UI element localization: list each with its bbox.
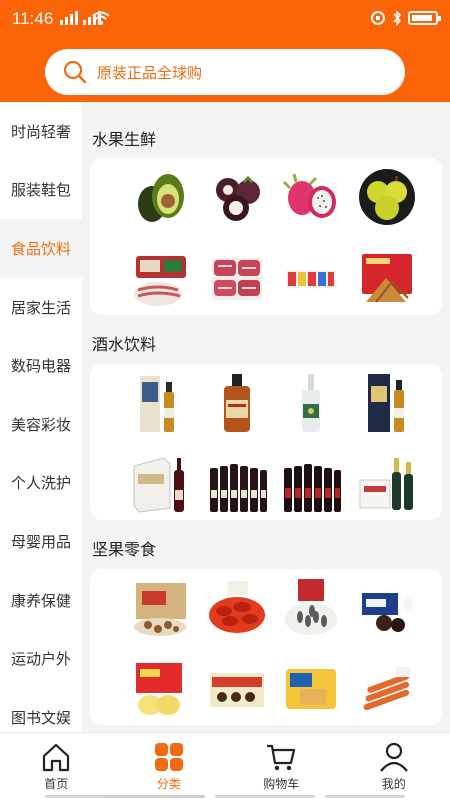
tab-category[interactable]: 分类 — [113, 733, 226, 800]
bacon-product[interactable] — [130, 248, 192, 310]
wine-box-product[interactable] — [130, 452, 192, 514]
sidebar-item-clothing-bags[interactable]: 服装鞋包 — [0, 161, 82, 220]
alarm-icon — [371, 11, 385, 25]
sidebar-item-food-drinks[interactable]: 食品饮料 — [0, 219, 82, 278]
sunflower-seeds-product[interactable] — [280, 577, 342, 639]
avocado-product[interactable] — [130, 166, 192, 228]
tab-label: 分类 — [156, 777, 181, 791]
zongzi-product[interactable] — [356, 248, 418, 310]
champagne-set-product[interactable] — [356, 452, 418, 514]
tab-label: 首页 — [44, 777, 69, 791]
egg-cake-product[interactable] — [130, 659, 192, 721]
dragon-fruit-product[interactable] — [280, 166, 342, 228]
status-bar: 11:46 — [0, 0, 450, 40]
category-content: 水果生鲜 酒水饮料 坚果零食 — [82, 102, 450, 732]
home-indicator-segment — [325, 795, 405, 798]
snack-box-product[interactable] — [206, 659, 268, 721]
tab-label: 我的 — [381, 777, 406, 791]
search-placeholder: 原装正品全球购 — [97, 63, 203, 82]
whisky-bottle-product[interactable] — [206, 372, 268, 434]
product-grid-snacks — [90, 569, 442, 725]
crayfish-product[interactable] — [206, 577, 268, 639]
user-icon — [379, 742, 408, 772]
sidebar-item-personal-care[interactable]: 个人洗护 — [0, 454, 82, 513]
wifi-icon — [92, 11, 110, 25]
wine-set-red-label-product[interactable] — [280, 452, 342, 514]
tab-profile[interactable]: 我的 — [338, 733, 450, 800]
bluetooth-icon — [393, 10, 402, 26]
home-indicator-segment — [215, 795, 315, 798]
cart-icon — [267, 744, 296, 771]
home-indicator-segment — [45, 795, 111, 798]
header: 11:46 原装正品全球购 — [0, 0, 450, 102]
section-title: 水果生鲜 — [92, 130, 157, 149]
bottom-tab-bar: 首页 分类 购物车 我的 — [0, 732, 450, 800]
battery-icon — [408, 11, 441, 25]
tab-label: 购物车 — [263, 777, 300, 791]
biscuits-product[interactable] — [280, 659, 342, 721]
category-sidebar: 时尚轻奢 服装鞋包 食品饮料 居家生活 数码电器 美容彩妆 个人洗护 母婴用品 … — [0, 102, 82, 732]
whisky-box-product[interactable] — [130, 372, 192, 434]
sidebar-item-health-care[interactable]: 康养保健 — [0, 571, 82, 630]
pear-product[interactable] — [356, 166, 418, 228]
whisky-dark-box-product[interactable] — [356, 372, 418, 434]
category-grid-icon — [154, 743, 183, 771]
beef-steak-product[interactable] — [206, 248, 268, 310]
product-grid-fruits-fresh — [90, 158, 442, 315]
sidebar-item-sports-outdoor[interactable]: 运动户外 — [0, 629, 82, 688]
wine-set-six-product[interactable] — [206, 452, 268, 514]
sidebar-item-home-living[interactable]: 居家生活 — [0, 278, 82, 337]
product-grid-drinks — [90, 364, 442, 520]
sidebar-item-beauty-makeup[interactable]: 美容彩妆 — [0, 395, 82, 454]
search-bar[interactable]: 原装正品全球购 — [45, 49, 405, 95]
search-icon — [63, 60, 87, 84]
tab-cart[interactable]: 购物车 — [225, 733, 338, 800]
home-indicator-segment — [105, 795, 205, 798]
status-time: 11:46 — [12, 9, 54, 28]
tab-home[interactable]: 首页 — [0, 733, 113, 800]
chocolate-cookies-product[interactable] — [356, 577, 418, 639]
home-icon — [43, 743, 70, 772]
sidebar-item-digital-electronics[interactable]: 数码电器 — [0, 336, 82, 395]
section-title: 坚果零食 — [92, 540, 157, 559]
mangosteen-product[interactable] — [206, 166, 268, 228]
jerky-strips-product[interactable] — [356, 659, 418, 721]
nut-gift-box-product[interactable] — [130, 577, 192, 639]
yogurt-drink-product[interactable] — [280, 248, 342, 310]
sidebar-item-mother-baby[interactable]: 母婴用品 — [0, 512, 82, 571]
section-title: 酒水饮料 — [92, 335, 157, 354]
sidebar-item-fashion-luxury[interactable]: 时尚轻奢 — [0, 102, 82, 161]
rum-bottle-product[interactable] — [280, 372, 342, 434]
